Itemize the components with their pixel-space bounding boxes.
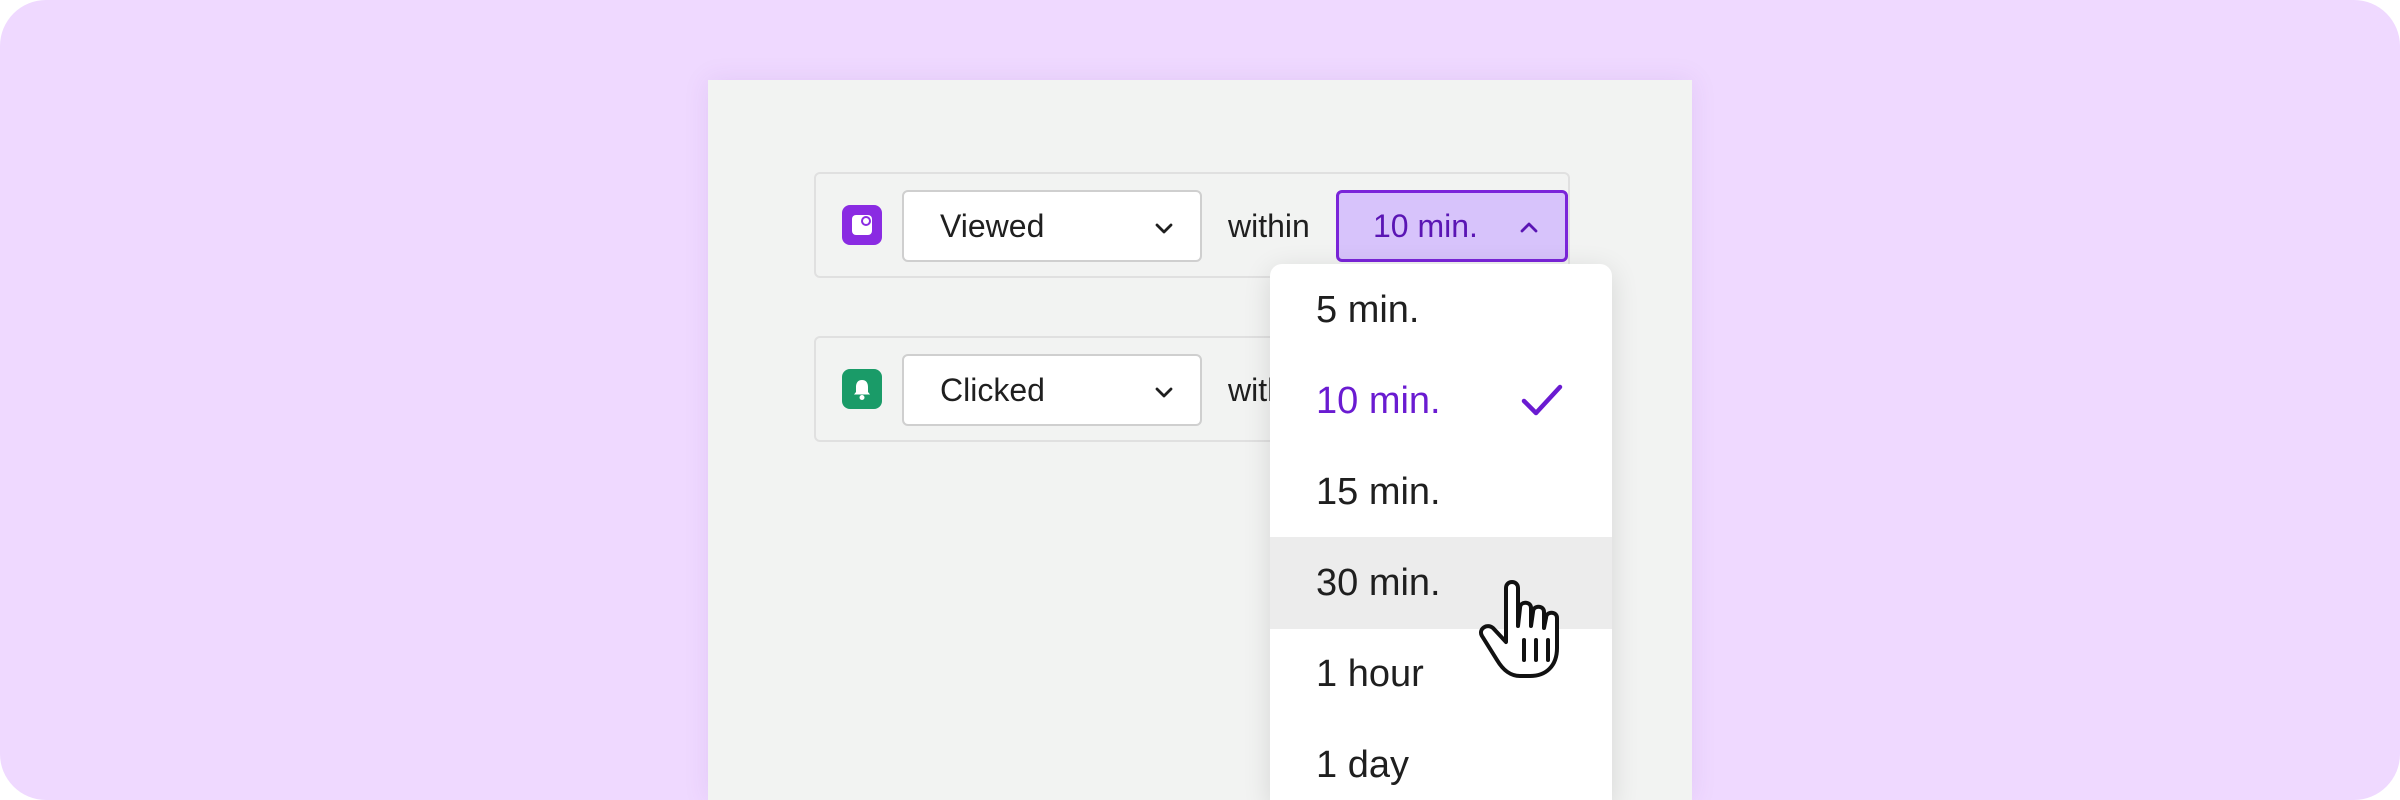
- background: Viewed within 10 min. Clicked with 5 min…: [0, 0, 2400, 800]
- time-dropdown-menu: 5 min. 10 min. 15 min. 30 min. 1 hour 1 …: [1270, 264, 1612, 800]
- chevron-down-icon: [1155, 387, 1173, 398]
- rule-row-viewed: Viewed within 10 min.: [814, 172, 1570, 278]
- dropdown-option-selected[interactable]: 10 min.: [1270, 355, 1612, 447]
- event-select-clicked[interactable]: Clicked: [902, 354, 1202, 426]
- option-label: 1 hour: [1316, 652, 1424, 695]
- dropdown-option[interactable]: 5 min.: [1270, 264, 1612, 356]
- hand-pointer-cursor-icon: [1479, 580, 1559, 678]
- option-label: 10 min.: [1316, 379, 1441, 422]
- chevron-up-icon: [1520, 222, 1538, 233]
- message-icon: [842, 205, 882, 245]
- option-label: 15 min.: [1316, 470, 1441, 513]
- event-select-label: Clicked: [940, 371, 1045, 408]
- option-label: 1 day: [1316, 743, 1409, 786]
- option-label: 30 min.: [1316, 561, 1441, 604]
- dropdown-option[interactable]: 15 min.: [1270, 446, 1612, 538]
- dropdown-option[interactable]: 1 day: [1270, 719, 1612, 800]
- within-label: within: [1228, 208, 1310, 244]
- option-label: 5 min.: [1316, 288, 1420, 331]
- bell-icon: [842, 369, 882, 409]
- time-select-value: 10 min.: [1373, 207, 1478, 244]
- chevron-down-icon: [1155, 223, 1173, 234]
- event-select-label: Viewed: [940, 207, 1045, 244]
- time-select[interactable]: 10 min.: [1336, 190, 1568, 262]
- check-icon: [1521, 384, 1563, 416]
- event-select-viewed[interactable]: Viewed: [902, 190, 1202, 262]
